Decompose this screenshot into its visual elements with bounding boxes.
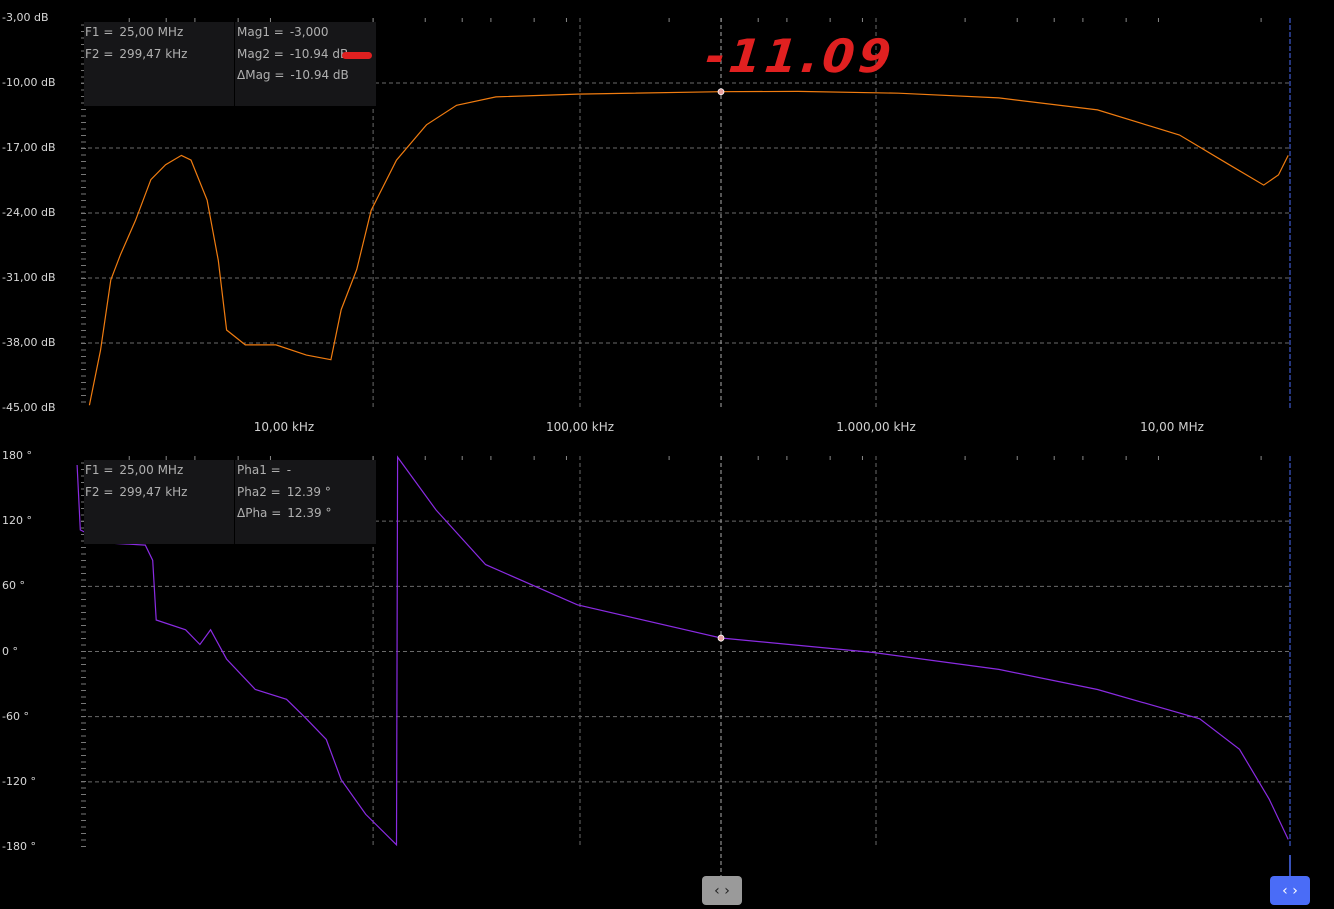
f1-value: 25,00 MHz [119, 463, 184, 477]
y-tick-label: 180 ° [2, 449, 32, 462]
cursor-point-marker [717, 634, 725, 642]
y-tick-label: -24,00 dB [2, 206, 56, 219]
phase-readout-panel: F1 = 25,00 MHz F2 = 299,47 kHz Pha1 = - Pha… [84, 460, 376, 544]
delta-pha-label: ΔPha = [237, 506, 282, 520]
y-tick-label: -180 ° [2, 840, 36, 853]
y-tick-label: -10,00 dB [2, 76, 56, 89]
handwritten-annotation: -11.09 [703, 29, 898, 83]
mag1-value: -3,000 [289, 25, 329, 39]
cursor1-drag-button[interactable]: ‹ › [1270, 876, 1310, 905]
cursor-point-marker [717, 88, 725, 96]
chevrons-left-right-icon: ‹ › [714, 882, 730, 899]
mag1-label: Mag1 = [237, 25, 284, 39]
f2-value: 299,47 kHz [119, 484, 188, 499]
bode-plot [76, 18, 1291, 876]
pha2-value: 12.39 ° [286, 484, 331, 499]
delta-pha-value: 12.39 ° [287, 506, 332, 520]
f2-label: F2 = [85, 46, 114, 61]
mag2-label: Mag2 = [237, 46, 284, 61]
y-tick-label: -17,00 dB [2, 141, 56, 154]
y-tick-label: 120 ° [2, 514, 32, 528]
y-tick-label: -31,00 dB [2, 271, 56, 284]
mag2-value: -10.94 dB [289, 46, 349, 61]
delta-mag-value: -10.94 dB [290, 68, 349, 82]
x-tick-label: 10,00 kHz [253, 420, 315, 434]
y-tick-label: 60 ° [2, 579, 25, 593]
f2-label: F2 = [85, 484, 114, 499]
grid-lines [81, 18, 1291, 876]
chevrons-left-right-icon: ‹ › [1282, 882, 1298, 899]
red-highlight-mark [342, 52, 372, 59]
y-tick-label: -60 ° [2, 709, 29, 723]
y-tick-label: -120 ° [2, 774, 36, 788]
cursor2-drag-button[interactable]: ‹ › [702, 876, 742, 905]
f1-value: 25,00 MHz [119, 25, 184, 39]
pha1-value: - [286, 463, 292, 477]
x-tick-label: 1.000,00 kHz [836, 420, 916, 434]
x-tick-label: 10,00 MHz [1140, 420, 1204, 434]
pha1-label: Pha1 = [237, 463, 281, 477]
f2-value: 299,47 kHz [119, 46, 188, 61]
y-tick-label: -3,00 dB [2, 11, 49, 24]
delta-mag-label: ΔMag = [237, 68, 285, 82]
magnitude-readout-panel: F1 = 25,00 MHz F2 = 299,47 kHz Mag1 = -3,00… [84, 22, 376, 106]
y-tick-label: 0 ° [2, 644, 18, 658]
y-tick-label: -38,00 dB [2, 336, 56, 349]
y-tick-label: -45,00 dB [2, 401, 56, 414]
magnitude-series-line [88, 90, 1289, 406]
pha2-label: Pha2 = [237, 484, 281, 499]
f1-label: F1 = [85, 25, 114, 39]
f1-label: F1 = [85, 463, 114, 477]
x-tick-label: 100,00 kHz [545, 420, 615, 434]
